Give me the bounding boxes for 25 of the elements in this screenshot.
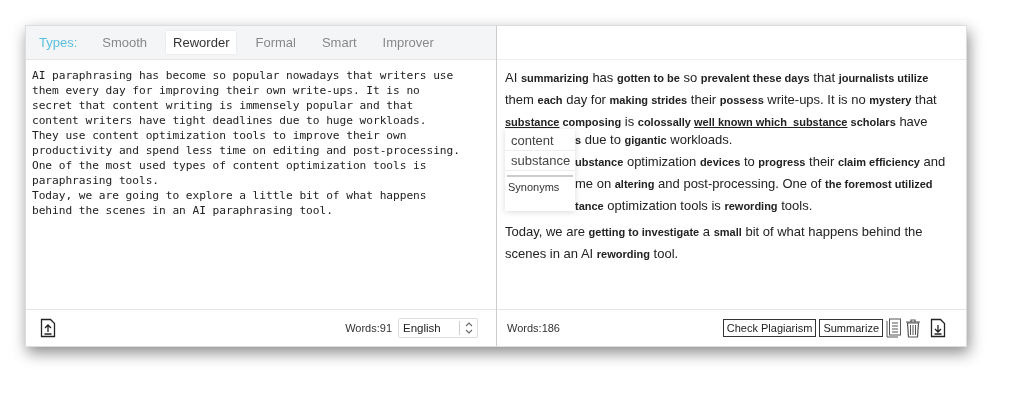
chevron-icon xyxy=(459,321,473,335)
mode-tab[interactable]: Reworder xyxy=(166,31,237,54)
output-text-line: s due to gigantic workloads. xyxy=(575,131,734,149)
output-text-line: Today, we are getting to investigate a small bit of what happens behind the xyxy=(505,223,924,241)
word-count: Words:186 xyxy=(507,322,560,334)
trash-icon[interactable] xyxy=(905,318,921,338)
output-text-line: AI summarizing has gotten to be so prevalent these days that journalists utilize xyxy=(505,69,930,87)
output-text-line: me on altering and post-processing. One of the foremost utilized xyxy=(575,175,934,193)
synonym-option[interactable]: substance xyxy=(505,151,575,171)
output-text-line: scenes in an AI rewording tool. xyxy=(505,245,680,263)
action-button[interactable]: Check Plagiarism xyxy=(722,319,817,337)
language-select[interactable]: English xyxy=(398,318,478,338)
download-file-icon[interactable] xyxy=(930,318,946,338)
output-text-line: substance composing is colossally well known which substance scholars have xyxy=(505,113,929,131)
output-text-line: tance optimization tools is rewording tools. xyxy=(575,197,814,215)
output-text-line: ubstance optimization devices to progress their claim efficiency and xyxy=(575,153,946,171)
types-label: Types: xyxy=(39,35,78,50)
synonyms-label: Synonyms xyxy=(507,181,561,193)
action-button[interactable]: Summarize xyxy=(819,319,883,337)
synonym-option[interactable]: content xyxy=(505,131,575,151)
copy-icon[interactable] xyxy=(886,318,902,338)
input-text-field[interactable]: AI paraphrasing has become so popular nowadays that writers use them every day for improving their own write-ups. It is no secret that content writing is immensely popular and that content writers have tight deadlines due to huge workloads. They use content optimization tools to improve their own productivity and spend less time on editing and post-processing. One of the most used types of content optimization tools is paraphrasing tools. Today, we are going to explore a little bit of what happens behind the scenes in an AI paraphrasing tool. xyxy=(32,68,490,218)
word-count: Words:91 xyxy=(345,322,392,334)
upload-file-icon[interactable] xyxy=(40,318,56,338)
output-text-line: them each day for making strides their possess write-ups. It is no mystery that xyxy=(505,91,938,109)
